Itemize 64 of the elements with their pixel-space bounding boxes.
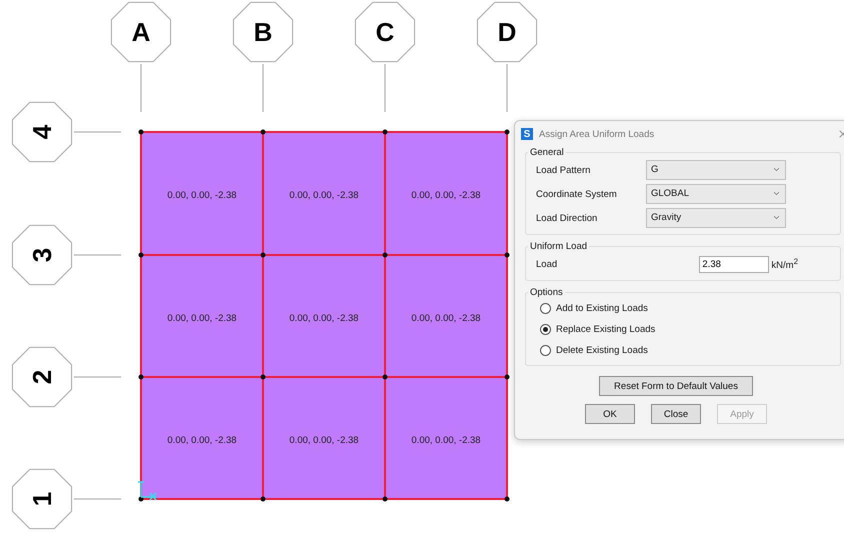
grid-bubble: 3 bbox=[12, 224, 72, 286]
joint-dot bbox=[504, 252, 510, 258]
radio-label[interactable]: Add to Existing Loads bbox=[556, 303, 648, 314]
grid-line bbox=[74, 254, 122, 256]
unit-label: kN/m$^{2}$ bbox=[771, 256, 798, 272]
group-title: Options bbox=[529, 287, 564, 298]
grid-line bbox=[140, 64, 142, 112]
joint-dot bbox=[260, 374, 266, 380]
grid-bubble: B bbox=[232, 2, 294, 62]
grid-line bbox=[74, 376, 122, 378]
grid-line bbox=[74, 498, 122, 500]
joint-dot bbox=[382, 374, 388, 380]
load-label: 0.00, 0.00, -2.38 bbox=[411, 313, 481, 324]
dialog-button[interactable]: Close bbox=[651, 404, 701, 424]
dropdown[interactable]: GLOBAL bbox=[646, 184, 786, 204]
radio-button[interactable] bbox=[540, 345, 551, 356]
joint-dot bbox=[138, 496, 144, 502]
grid-bubble: 1 bbox=[12, 468, 72, 530]
radio-button[interactable] bbox=[540, 303, 551, 314]
load-label: 0.00, 0.00, -2.38 bbox=[167, 435, 237, 446]
grid-line bbox=[262, 64, 264, 112]
radio-button[interactable] bbox=[540, 324, 551, 335]
grid-bubble: C bbox=[354, 2, 416, 62]
load-label: 0.00, 0.00, -2.38 bbox=[411, 435, 481, 446]
dropdown[interactable]: G bbox=[646, 160, 786, 180]
joint-dot bbox=[260, 130, 266, 134]
joint-dot bbox=[504, 374, 510, 380]
group-title: General bbox=[529, 147, 565, 158]
dropdown[interactable]: Gravity bbox=[646, 208, 786, 228]
joint-dot bbox=[260, 252, 266, 258]
app-icon: S bbox=[521, 128, 533, 140]
grid-bubble: 4 bbox=[12, 102, 72, 162]
joint-dot bbox=[504, 130, 510, 134]
joint-dot bbox=[382, 130, 388, 134]
field-label: Load bbox=[536, 258, 558, 270]
joint-dot bbox=[138, 252, 144, 258]
dialog-button[interactable]: OK bbox=[585, 404, 635, 424]
grid-line bbox=[506, 64, 508, 112]
radio-label[interactable]: Delete Existing Loads bbox=[556, 345, 648, 356]
group-title: Uniform Load bbox=[529, 241, 588, 252]
joint-dot bbox=[138, 130, 144, 134]
grid-bubble: 2 bbox=[12, 346, 72, 408]
joint-dot bbox=[138, 374, 144, 380]
load-label: 0.00, 0.00, -2.38 bbox=[167, 313, 237, 324]
field-label: Load Direction bbox=[536, 212, 598, 224]
joint-dot bbox=[382, 496, 388, 502]
joint-dot bbox=[504, 496, 510, 502]
input-field[interactable]: 2.38 bbox=[699, 256, 770, 272]
joint-dot bbox=[260, 496, 266, 502]
load-label: 0.00, 0.00, -2.38 bbox=[289, 190, 359, 201]
joint-dot bbox=[382, 252, 388, 258]
grid-bubble: A bbox=[110, 2, 172, 62]
field-label: Coordinate System bbox=[536, 188, 618, 200]
load-label: 0.00, 0.00, -2.38 bbox=[289, 313, 359, 324]
reset-button[interactable]: Reset Form to Default Values bbox=[599, 376, 753, 396]
grid-bubble: D bbox=[476, 2, 538, 62]
axis-icon bbox=[137, 481, 157, 501]
load-label: 0.00, 0.00, -2.38 bbox=[289, 435, 359, 446]
radio-label[interactable]: Replace Existing Loads bbox=[556, 324, 656, 335]
grid-line bbox=[384, 64, 386, 112]
window-title: Assign Area Uniform Loads bbox=[539, 128, 656, 140]
load-label: 0.00, 0.00, -2.38 bbox=[411, 190, 481, 201]
load-label: 0.00, 0.00, -2.38 bbox=[167, 190, 237, 201]
field-label: Load Pattern bbox=[536, 164, 592, 176]
